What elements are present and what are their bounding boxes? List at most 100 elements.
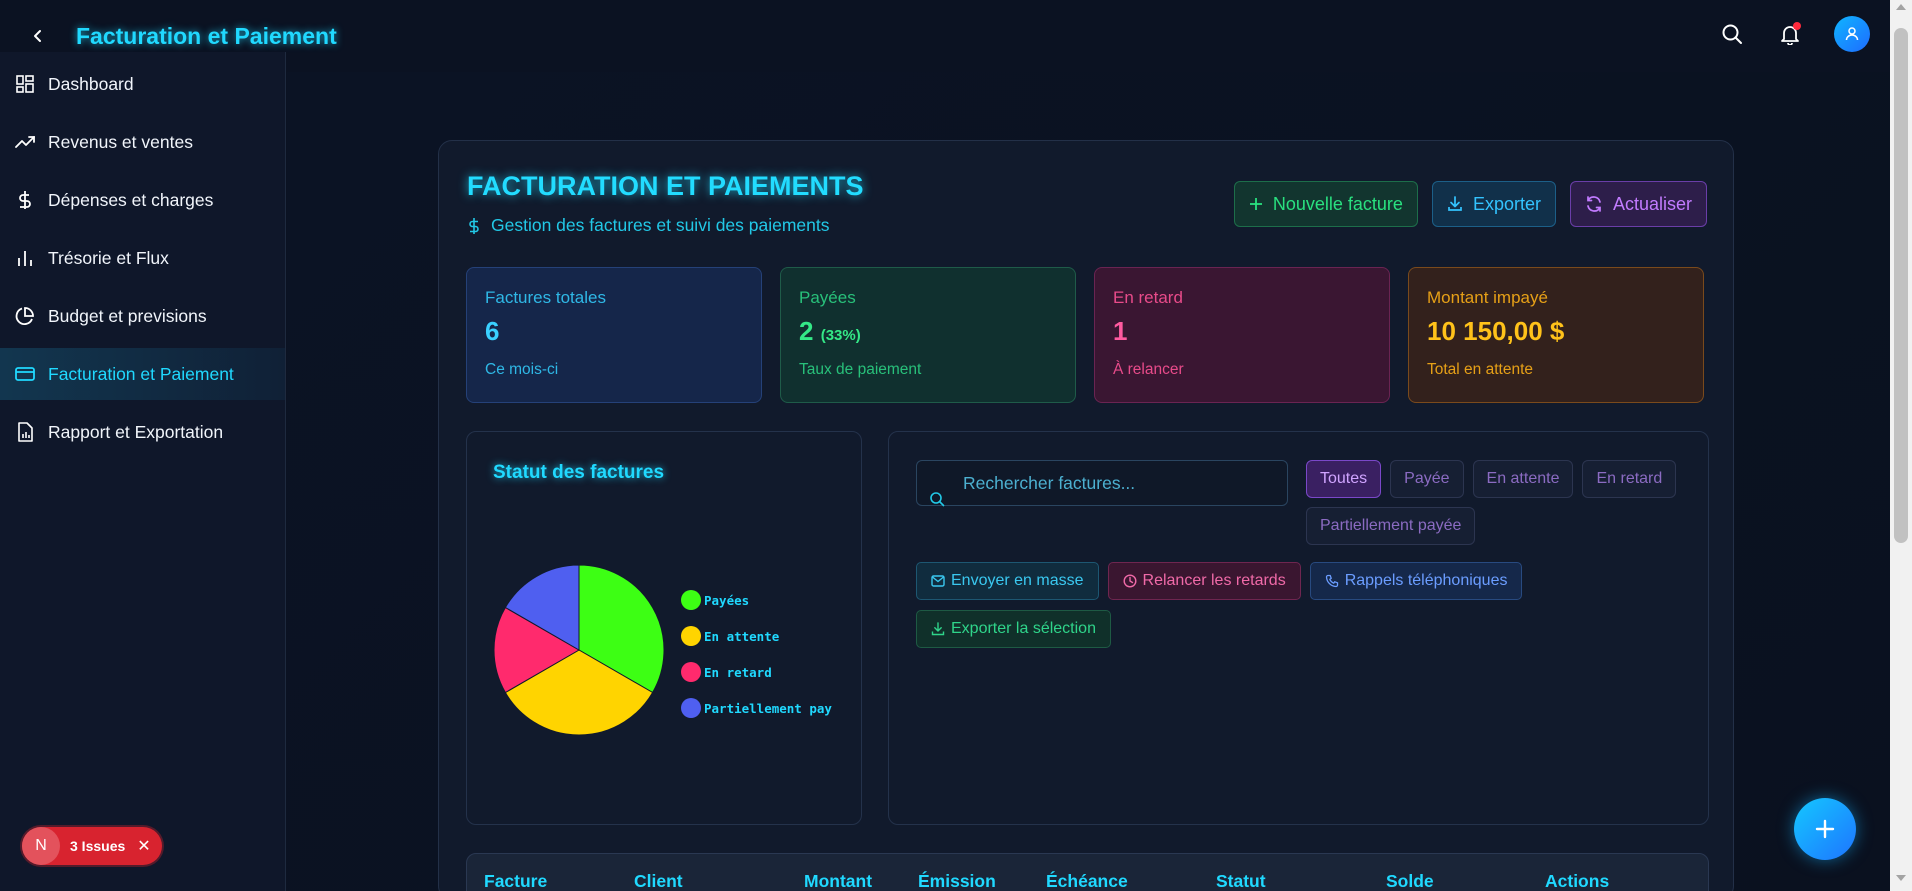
stat-footnote: Total en attente [1427,361,1533,378]
scroll-up-arrow-icon[interactable] [1896,4,1906,10]
page-subtitle: Gestion des factures et suivi des paieme… [467,215,830,236]
stat-footnote: Ce mois-ci [485,361,559,378]
page-title: FACTURATION ET PAIEMENTS [467,171,864,201]
close-icon[interactable]: ✕ [137,836,150,856]
notification-dot [1793,22,1801,30]
column-header-actions[interactable]: Actions [1545,871,1609,891]
credit-card-icon [14,363,36,385]
search-input[interactable] [917,461,1287,505]
download-icon [1448,196,1462,211]
notifications-button[interactable] [1776,20,1804,48]
file-report-icon [14,421,36,443]
legend-swatch [681,590,701,610]
search-box [916,460,1288,507]
remind-late-button[interactable]: Relancer les retards [1107,562,1301,600]
sidebar-item-depenses[interactable]: Dépenses et charges [0,174,285,226]
filter-chip-paid[interactable]: Payée [1390,460,1464,498]
filter-chip-overdue[interactable]: En retard [1582,460,1677,498]
stat-footnote: À relancer [1113,361,1184,378]
plus-icon [1815,819,1835,839]
column-header-due-date[interactable]: Échéance [1046,871,1128,891]
back-button[interactable] [18,16,58,56]
legend-item[interactable]: Payées [681,582,832,618]
filter-chip-pending[interactable]: En attente [1472,460,1574,498]
sidebar-item-label: Budget et previsions [48,305,207,326]
column-header-status[interactable]: Statut [1216,871,1266,891]
filter-chip-all[interactable]: Toutes [1306,460,1382,498]
stat-value: 10 150,00 $ [1427,316,1565,346]
stat-label: Factures totales [485,288,606,307]
stat-card-overdue: En retard 1 À relancer [1094,267,1390,403]
sidebar-item-label: Facturation et Paiement [48,363,234,384]
column-header-issue-date[interactable]: Émission [918,871,996,891]
user-avatar[interactable] [1834,16,1870,52]
download-icon [931,622,945,636]
refresh-button[interactable]: Actualiser [1569,181,1707,227]
pie-chart-icon [14,305,36,327]
chart-title: Statut des factures [493,462,665,483]
export-label: Exporter [1472,193,1541,214]
chart-legend: Payées En attente En retard Partiellement p… [681,582,832,726]
sidebar-item-dashboard[interactable]: Dashboard [0,58,285,110]
issues-badge-avatar: N [22,827,60,865]
legend-label: Partiellement pay [704,700,832,716]
column-header-balance[interactable]: Solde [1386,871,1434,891]
sidebar-item-budget[interactable]: Budget et previsions [0,290,285,342]
stat-value: 2 (33%) [799,316,861,346]
search-icon [930,492,945,507]
legend-item[interactable]: En attente [681,618,832,654]
user-icon [1845,27,1859,41]
legend-swatch [681,698,701,718]
pie-chart [493,564,665,736]
filter-chip-partially-paid[interactable]: Partiellement payée [1306,507,1476,545]
stat-value: 6 [485,316,500,346]
dollar-icon [469,217,479,234]
billing-panel: FACTURATION ET PAIEMENTS Gestion des fac… [438,140,1734,891]
refresh-label: Actualiser [1612,193,1692,214]
column-header-amount[interactable]: Montant [804,871,872,891]
sidebar-item-revenus[interactable]: Revenus et ventes [0,116,285,168]
sidebar-item-tresorie[interactable]: Trésorie et Flux [0,232,285,284]
vertical-scrollbar[interactable] [1890,0,1912,891]
stat-label: Montant impayé [1427,288,1548,307]
sidebar-item-label: Dépenses et charges [48,189,214,210]
sidebar-item-rapport[interactable]: Rapport et Exportation [0,406,285,458]
legend-swatch [681,626,701,646]
legend-swatch [681,662,701,682]
invoice-filter-card: Toutes Payée En attente En retard Partie… [888,431,1709,825]
plus-icon [1249,198,1262,210]
dollar-icon [14,189,36,211]
legend-item[interactable]: En retard [681,654,832,690]
issues-badge[interactable]: N 3 Issues ✕ [22,827,162,865]
scroll-down-arrow-icon[interactable] [1896,875,1906,881]
stat-card-unpaid-amount: Montant impayé 10 150,00 $ Total en atte… [1408,267,1704,403]
export-button[interactable]: Exporter [1431,181,1556,227]
phone-reminders-button[interactable]: Rappels téléphoniques [1309,562,1523,600]
invoice-table-header: Facture Client Montant Émission Échéance… [466,853,1709,891]
sidebar: Dashboard Revenus et ventes Dépenses et … [0,52,286,891]
new-invoice-label: Nouvelle facture [1272,193,1403,214]
legend-label: Payées [704,592,750,608]
mail-icon [931,575,945,587]
send-bulk-button[interactable]: Envoyer en masse [916,562,1099,600]
scrollbar-thumb[interactable] [1894,28,1908,543]
search-button[interactable] [1718,20,1746,48]
phone-icon [1325,574,1338,588]
export-selection-button[interactable]: Exporter la sélection [916,610,1111,648]
app-title: Facturation et Paiement [76,22,337,49]
trending-up-icon [14,131,36,153]
floating-add-button[interactable] [1794,798,1856,860]
column-header-invoice[interactable]: Facture [484,871,547,891]
stat-value: 1 [1113,316,1128,346]
sidebar-item-facturation[interactable]: Facturation et Paiement [0,348,285,400]
legend-item[interactable]: Partiellement pay [681,690,832,726]
new-invoice-button[interactable]: Nouvelle facture [1233,181,1418,227]
clock-icon [1123,574,1137,588]
search-icon [1722,24,1742,44]
stat-footnote: Taux de paiement [799,361,922,378]
stat-card-paid: Payées 2 (33%) Taux de paiement [780,267,1076,403]
send-bulk-label: Envoyer en masse [951,572,1084,589]
column-header-client[interactable]: Client [634,871,683,891]
remind-late-label: Relancer les retards [1142,572,1286,589]
sidebar-item-label: Dashboard [48,73,134,94]
